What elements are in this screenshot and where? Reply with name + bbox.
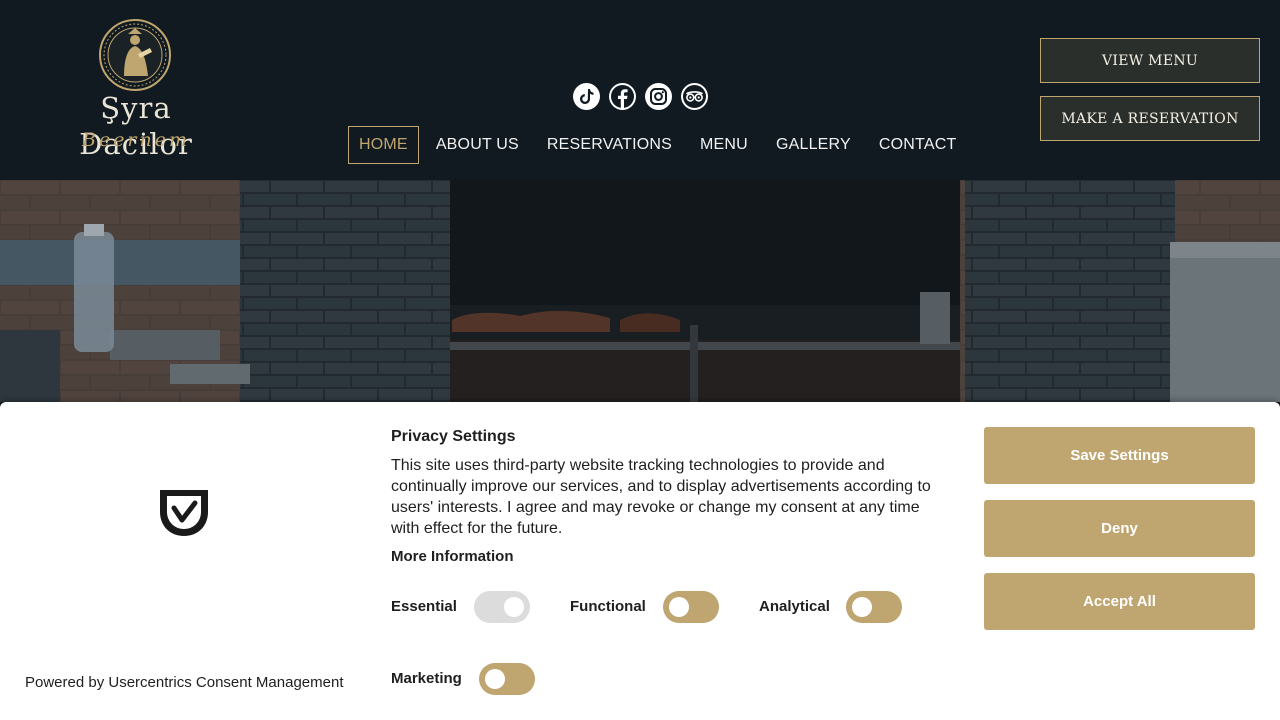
tripadvisor-icon[interactable]: [681, 83, 708, 110]
brand-location: Beernem: [81, 129, 191, 151]
facebook-icon[interactable]: [609, 83, 636, 110]
instagram-icon[interactable]: [645, 83, 672, 110]
site-header: Şyra Dacilor Beernem HOME ABOUT US RESER…: [0, 0, 1280, 180]
functional-toggle-label: Functional: [570, 598, 646, 615]
save-settings-button[interactable]: Save Settings: [984, 427, 1255, 484]
marketing-toggle-knob: [485, 669, 505, 689]
analytical-toggle-knob: [852, 597, 872, 617]
tiktok-icon[interactable]: [573, 83, 600, 110]
usercentrics-shield-icon: [160, 490, 208, 536]
nav-item-menu[interactable]: MENU: [687, 126, 761, 164]
nav-item-home[interactable]: HOME: [348, 126, 419, 164]
make-reservation-button[interactable]: MAKE A RESERVATION: [1040, 96, 1260, 141]
functional-toggle-knob: [669, 597, 689, 617]
marketing-toggle[interactable]: [479, 663, 535, 695]
marketing-toggle-label: Marketing: [391, 670, 462, 687]
nav-item-about-us[interactable]: ABOUT US: [423, 126, 532, 164]
hero-grill-illustration: [0, 180, 1280, 402]
privacy-consent-banner: Powered by Usercentrics Consent Manageme…: [0, 402, 1280, 720]
essential-toggle: [474, 591, 530, 623]
view-menu-button[interactable]: VIEW MENU: [1040, 38, 1260, 83]
main-nav: HOME ABOUT US RESERVATIONS MENU GALLERY …: [348, 125, 971, 165]
deny-button[interactable]: Deny: [984, 500, 1255, 557]
accept-all-button[interactable]: Accept All: [984, 573, 1255, 630]
analytical-toggle[interactable]: [846, 591, 902, 623]
consent-description: This site uses third-party website track…: [391, 457, 931, 537]
powered-by-text[interactable]: Powered by Usercentrics Consent Manageme…: [25, 674, 344, 691]
nav-item-contact[interactable]: CONTACT: [866, 126, 970, 164]
logo-emblem-icon: [99, 19, 171, 91]
nav-item-gallery[interactable]: GALLERY: [763, 126, 864, 164]
functional-toggle[interactable]: [663, 591, 719, 623]
hero-image: [0, 180, 1280, 402]
more-information-link[interactable]: More Information: [391, 548, 514, 565]
essential-toggle-knob: [504, 597, 524, 617]
essential-toggle-label: Essential: [391, 598, 457, 615]
consent-title: Privacy Settings: [391, 428, 516, 445]
nav-item-reservations[interactable]: RESERVATIONS: [534, 126, 685, 164]
social-links: [573, 83, 708, 110]
brand-logo[interactable]: Şyra Dacilor Beernem: [40, 14, 232, 161]
analytical-toggle-label: Analytical: [759, 598, 830, 615]
